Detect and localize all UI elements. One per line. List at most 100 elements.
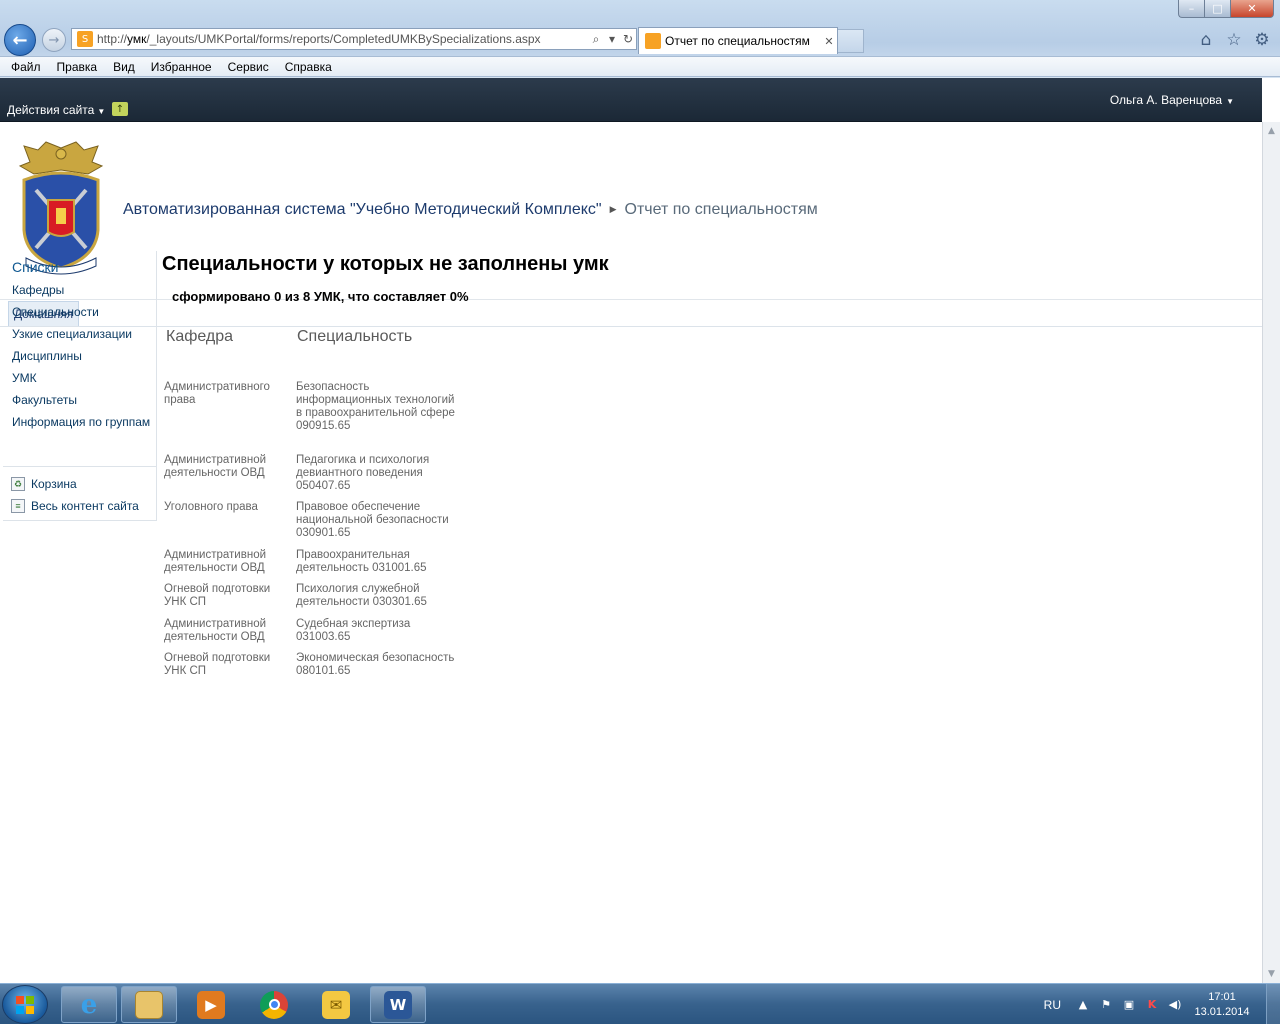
recycle-bin-link[interactable]: ♻ Корзина xyxy=(11,477,77,491)
minimize-button[interactable]: – xyxy=(1178,0,1204,18)
report-summary: сформировано 0 из 8 УМК, что составляет … xyxy=(172,289,469,304)
top-navigation: Домашняя xyxy=(0,300,1262,327)
quicklaunch-heading-lists[interactable]: Списки xyxy=(12,259,58,275)
arrow-right-icon: → xyxy=(48,32,60,48)
quicklaunch-item-narrow-specializations[interactable]: Узкие специализации xyxy=(12,328,152,341)
back-button[interactable]: ← xyxy=(4,24,36,56)
sharepoint-favicon-icon: S xyxy=(77,31,93,47)
url-path: /_layouts/UMKPortal/forms/reports/Comple… xyxy=(146,32,541,46)
recycle-bin-icon: ♻ xyxy=(11,477,25,491)
user-menu[interactable]: Ольга А. Варенцова ▼ xyxy=(1110,93,1234,107)
browser-toolbar-right: ⌂ ☆ ⚙ xyxy=(1196,30,1272,50)
cell-department: Административной деятельности ОВД xyxy=(164,618,267,643)
close-tab-icon[interactable]: ✕ xyxy=(821,35,837,48)
windows-logo-icon xyxy=(16,996,34,1014)
language-indicator[interactable]: RU xyxy=(1044,998,1061,1012)
cell-specialty: Безопасность информационных технологий в… xyxy=(296,381,455,432)
cell-department: Административного права xyxy=(164,381,270,406)
taskbar-internet-explorer[interactable]: e xyxy=(61,986,117,1023)
clock[interactable]: 17:01 13.01.2014 xyxy=(1190,990,1254,1020)
address-url[interactable]: http://умк/_layouts/UMKPortal/forms/repo… xyxy=(97,32,588,46)
sharepoint-favicon-icon xyxy=(645,33,661,49)
column-header-specialty: Специальность xyxy=(297,328,413,345)
taskbar-chrome[interactable] xyxy=(246,986,302,1023)
volume-icon[interactable]: ◀) xyxy=(1167,997,1183,1013)
favorites-star-icon[interactable]: ☆ xyxy=(1224,30,1244,50)
window-controls: – □ ✕ xyxy=(1178,0,1274,18)
taskbar-media-player[interactable]: ▶ xyxy=(183,986,239,1023)
caret-down-icon: ▼ xyxy=(1226,97,1234,106)
action-center-flag-icon[interactable]: ⚑ xyxy=(1098,997,1114,1013)
menu-help[interactable]: Справка xyxy=(277,60,340,74)
quicklaunch-item-specialties[interactable]: Специальности xyxy=(12,306,152,319)
menu-view[interactable]: Вид xyxy=(105,60,143,74)
url-prefix: http:// xyxy=(97,32,128,46)
menu-tools[interactable]: Сервис xyxy=(220,60,277,74)
media-player-icon: ▶ xyxy=(197,990,225,1019)
cell-specialty: Правовое обеспечение национальной безопа… xyxy=(296,501,449,539)
taskbar-word[interactable]: W xyxy=(370,986,426,1023)
column-header-department: Кафедра xyxy=(166,328,234,345)
quicklaunch-item-departments[interactable]: Кафедры xyxy=(12,284,152,297)
all-site-content-link[interactable]: ≡ Весь контент сайта xyxy=(11,499,139,513)
taskbar-outlook[interactable]: ✉ xyxy=(308,986,364,1023)
cell-specialty: Психология служебной деятельности 030301… xyxy=(296,583,427,608)
user-name: Ольга А. Варенцова xyxy=(1109,93,1223,107)
quicklaunch-item-group-info[interactable]: Информация по группам xyxy=(12,416,152,429)
quicklaunch-item-faculties[interactable]: Факультеты xyxy=(12,394,152,407)
cell-specialty: Судебная экспертиза 031003.65 xyxy=(296,618,411,643)
dropdown-icon[interactable]: ▾ xyxy=(604,32,620,46)
cell-department: Административной деятельности ОВД xyxy=(164,549,267,574)
address-bar[interactable]: S http://умк/_layouts/UMKPortal/forms/re… xyxy=(71,28,637,50)
cell-specialty: Экономическая безопасность 080101.65 xyxy=(296,652,455,677)
breadcrumb: Автоматизированная система "Учебно Метод… xyxy=(123,201,818,219)
scroll-down-icon[interactable]: ▼ xyxy=(1263,965,1280,983)
search-icon[interactable]: ⌕ xyxy=(588,32,604,47)
tab-title: Отчет по специальностям xyxy=(665,34,810,48)
quick-launch: Списки Кафедры Специальности Узкие специ… xyxy=(3,251,157,521)
start-button[interactable] xyxy=(2,985,48,1024)
site-content-icon: ≡ xyxy=(11,499,25,513)
site-actions-label: Действия сайта xyxy=(7,103,95,117)
tools-gear-icon[interactable]: ⚙ xyxy=(1252,30,1272,50)
report-title: Специальности у которых не заполнены умк xyxy=(162,253,609,275)
word-icon: W xyxy=(384,990,412,1019)
site-actions-menu[interactable]: Действия сайта ▼ xyxy=(7,103,105,117)
show-desktop-button[interactable] xyxy=(1266,984,1280,1024)
refresh-icon[interactable]: ↻ xyxy=(620,32,636,46)
maximize-button[interactable]: □ xyxy=(1204,0,1230,18)
close-window-button[interactable]: ✕ xyxy=(1230,0,1274,18)
menu-favorites[interactable]: Избранное xyxy=(143,60,220,74)
cell-department: Административной деятельности ОВД xyxy=(164,454,267,479)
cell-specialty: Правоохранительная деятельность 031001.6… xyxy=(296,549,427,574)
forward-button[interactable]: → xyxy=(42,28,66,52)
kaspersky-icon[interactable]: K xyxy=(1144,997,1160,1013)
internet-explorer-icon: e xyxy=(80,989,98,1020)
cell-department: Огневой подготовки УНК СП xyxy=(164,652,271,677)
menu-file[interactable]: Файл xyxy=(3,60,49,74)
clock-time: 17:01 xyxy=(1208,990,1236,1003)
mail-icon: ✉ xyxy=(322,990,350,1019)
url-host: умк xyxy=(127,32,147,46)
navigate-up-icon[interactable]: ↑ xyxy=(112,102,128,116)
menu-bar: Файл Правка Вид Избранное Сервис Справка xyxy=(0,56,1280,77)
arrow-left-icon: ← xyxy=(12,29,28,51)
browser-tab-active[interactable]: Отчет по специальностям ✕ xyxy=(638,27,838,54)
new-tab-button[interactable] xyxy=(838,29,864,53)
quicklaunch-item-disciplines[interactable]: Дисциплины xyxy=(12,350,152,363)
site-title-link[interactable]: Автоматизированная система "Учебно Метод… xyxy=(123,201,602,218)
taskbar: e ▶ ✉ W RU ▲ ⚑ ▣ K ◀) 17:01 13.01.2014 xyxy=(0,983,1280,1024)
network-icon[interactable]: ▣ xyxy=(1121,997,1137,1013)
home-icon[interactable]: ⌂ xyxy=(1196,30,1216,50)
ribbon-bar: Действия сайта ▼ ↑ Ольга А. Варенцова ▼ xyxy=(0,78,1262,122)
tray-expand-icon[interactable]: ▲ xyxy=(1075,997,1091,1013)
cell-specialty: Педагогика и психология девиантного пове… xyxy=(296,454,430,492)
scroll-up-icon[interactable]: ▲ xyxy=(1263,122,1280,140)
menu-edit[interactable]: Правка xyxy=(49,60,106,74)
vertical-scrollbar[interactable]: ▲ ▼ xyxy=(1262,122,1280,983)
quicklaunch-item-umk[interactable]: УМК xyxy=(12,372,152,385)
taskbar-explorer[interactable] xyxy=(121,986,177,1023)
system-tray: RU ▲ ⚑ ▣ K ◀) 17:01 13.01.2014 xyxy=(1044,984,1280,1024)
quicklaunch-divider xyxy=(3,466,157,467)
caret-down-icon: ▼ xyxy=(97,107,106,116)
